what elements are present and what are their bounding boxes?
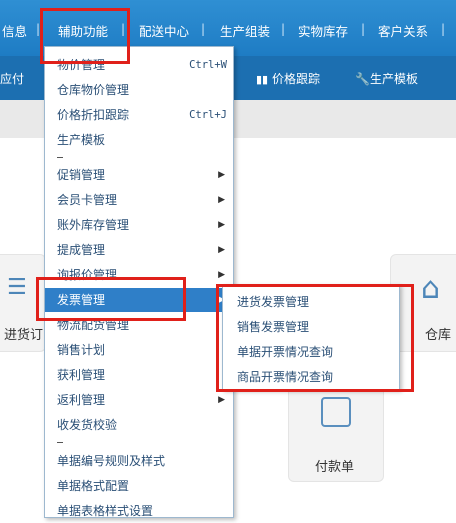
- highlight-box-invoice-menu: [36, 277, 186, 321]
- house-icon: ⌂: [421, 271, 441, 306]
- nav-item-crm[interactable]: 客户关系: [378, 21, 428, 40]
- menu-item-format-config[interactable]: 单据格式配置: [45, 474, 233, 498]
- nav-item-distribution[interactable]: 配送中心: [139, 21, 189, 40]
- highlight-box-submenu: [216, 284, 414, 392]
- production-template-button[interactable]: 🔧生产模板: [355, 70, 418, 87]
- price-track-button[interactable]: ▮▮ 价格跟踪: [256, 70, 320, 87]
- submenu-arrow-icon: ▶: [218, 220, 225, 230]
- menu-item-promotion[interactable]: 促销管理 ▶: [45, 163, 233, 187]
- menu-item-production-template[interactable]: 生产模板: [45, 128, 233, 152]
- nav-item-production[interactable]: 生产组装: [220, 21, 270, 40]
- warehouse-label: 仓库: [425, 328, 452, 343]
- nav-separator: |: [281, 22, 286, 36]
- menu-item-commission[interactable]: 提成管理 ▶: [45, 238, 233, 262]
- wrench-icon: 🔧: [355, 72, 370, 86]
- shortcut-label: Ctrl+J: [189, 109, 227, 121]
- bar-chart-icon: ▮▮: [256, 73, 269, 86]
- menu-item-shipping-check[interactable]: 收发货校验: [45, 413, 233, 437]
- menu-divider: [57, 442, 63, 443]
- nav-separator: |: [361, 22, 366, 36]
- nav-separator: |: [441, 22, 446, 36]
- wallet-icon: [321, 397, 351, 427]
- nav-separator: |: [201, 22, 206, 36]
- menu-item-discount-track[interactable]: 价格折扣跟踪 Ctrl+J: [45, 103, 233, 127]
- menu-item-sales-plan[interactable]: 销售计划: [45, 338, 233, 362]
- clipboard-icon: ☰: [7, 275, 27, 300]
- purchase-order-label: 进货订: [4, 328, 44, 343]
- submenu-arrow-icon: ▶: [218, 170, 225, 180]
- submenu-arrow-icon: ▶: [218, 195, 225, 205]
- payable-button[interactable]: 应付: [0, 70, 24, 87]
- menu-item-member-card[interactable]: 会员卡管理 ▶: [45, 188, 233, 212]
- menu-item-table-style[interactable]: 单据表格样式设置: [45, 499, 233, 523]
- submenu-arrow-icon: ▶: [218, 245, 225, 255]
- menu-divider: [57, 157, 63, 158]
- menu-item-profit[interactable]: 获利管理: [45, 363, 233, 387]
- menu-item-rebate[interactable]: 返利管理 ▶: [45, 388, 233, 412]
- payment-label: 付款单: [315, 460, 355, 475]
- menu-item-numbering-rules[interactable]: 单据编号规则及样式: [45, 449, 233, 473]
- menu-item-offbook-stock[interactable]: 账外库存管理 ▶: [45, 213, 233, 237]
- nav-item-inventory[interactable]: 实物库存: [298, 21, 348, 40]
- nav-item-info[interactable]: 信息: [2, 21, 27, 40]
- highlight-box-nav: [40, 8, 130, 64]
- menu-item-warehouse-price[interactable]: 仓库物价管理: [45, 78, 233, 102]
- shortcut-label: Ctrl+W: [189, 59, 227, 71]
